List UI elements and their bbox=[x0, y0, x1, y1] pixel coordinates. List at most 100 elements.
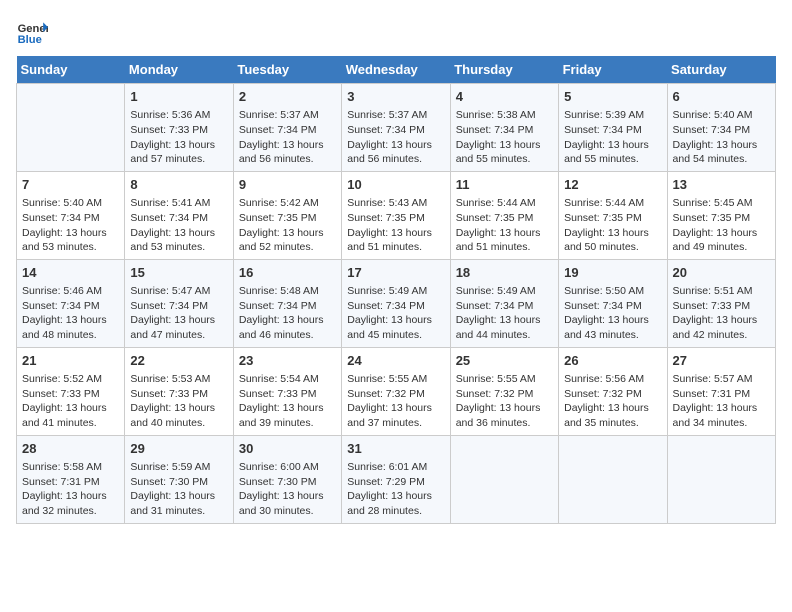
day-number: 5 bbox=[564, 88, 661, 106]
calendar-cell: 31Sunrise: 6:01 AM Sunset: 7:29 PM Dayli… bbox=[342, 435, 450, 523]
day-info: Sunrise: 5:44 AM Sunset: 7:35 PM Dayligh… bbox=[564, 196, 661, 255]
calendar-cell: 7 Sunrise: 5:40 AM Sunset: 7:34 PM Daylig… bbox=[17, 171, 125, 259]
day-info: Sunrise: 5:56 AM Sunset: 7:32 PM Dayligh… bbox=[564, 372, 661, 431]
calendar-cell: 15 Sunrise: 5:47 AM Sunset: 7:34 PM Dayli… bbox=[125, 259, 233, 347]
day-number: 4 bbox=[456, 88, 553, 106]
week-row-2: 7 Sunrise: 5:40 AM Sunset: 7:34 PM Daylig… bbox=[17, 171, 776, 259]
day-number: 3 bbox=[347, 88, 444, 106]
day-info: Sunrise: 5:46 AM Sunset: 7:34 PM Dayligh… bbox=[22, 284, 119, 343]
calendar-cell: 22 Sunrise: 5:53 AM Sunset: 7:33 PM Dayli… bbox=[125, 347, 233, 435]
day-number: 20 bbox=[673, 264, 770, 282]
day-number: 10 bbox=[347, 176, 444, 194]
day-number: 22 bbox=[130, 352, 227, 370]
day-number: 7 bbox=[22, 176, 119, 194]
day-info: Sunrise: 5:50 AM Sunset: 7:34 PM Dayligh… bbox=[564, 284, 661, 343]
calendar-cell: 9Sunrise: 5:42 AM Sunset: 7:35 PM Daylig… bbox=[233, 171, 341, 259]
calendar-cell: 21Sunrise: 5:52 AM Sunset: 7:33 PM Dayli… bbox=[17, 347, 125, 435]
day-info: Sunrise: 5:58 AM Sunset: 7:31 PM Dayligh… bbox=[22, 460, 119, 519]
day-number: 6 bbox=[673, 88, 770, 106]
calendar-cell: 12 Sunrise: 5:44 AM Sunset: 7:35 PM Dayli… bbox=[559, 171, 667, 259]
week-row-1: 1 Sunrise: 5:36 AM Sunset: 7:33 PM Daylig… bbox=[17, 84, 776, 172]
day-info: Sunrise: 5:53 AM Sunset: 7:33 PM Dayligh… bbox=[130, 372, 227, 431]
day-number: 18 bbox=[456, 264, 553, 282]
calendar-cell: 23 Sunrise: 5:54 AM Sunset: 7:33 PM Dayli… bbox=[233, 347, 341, 435]
day-number: 13 bbox=[673, 176, 770, 194]
calendar-cell: 10 Sunrise: 5:43 AM Sunset: 7:35 PM Dayli… bbox=[342, 171, 450, 259]
day-number: 28 bbox=[22, 440, 119, 458]
day-number: 15 bbox=[130, 264, 227, 282]
calendar-header-row: SundayMondayTuesdayWednesdayThursdayFrid… bbox=[17, 56, 776, 84]
header-tuesday: Tuesday bbox=[233, 56, 341, 84]
day-number: 9 bbox=[239, 176, 336, 194]
day-info: Sunrise: 5:49 AM Sunset: 7:34 PM Dayligh… bbox=[347, 284, 444, 343]
day-number: 1 bbox=[130, 88, 227, 106]
calendar-cell: 3 Sunrise: 5:37 AM Sunset: 7:34 PM Daylig… bbox=[342, 84, 450, 172]
day-number: 23 bbox=[239, 352, 336, 370]
header-wednesday: Wednesday bbox=[342, 56, 450, 84]
calendar-cell: 27 Sunrise: 5:57 AM Sunset: 7:31 PM Dayli… bbox=[667, 347, 775, 435]
week-row-4: 21Sunrise: 5:52 AM Sunset: 7:33 PM Dayli… bbox=[17, 347, 776, 435]
calendar-cell: 19 Sunrise: 5:50 AM Sunset: 7:34 PM Dayli… bbox=[559, 259, 667, 347]
header-thursday: Thursday bbox=[450, 56, 558, 84]
day-info: Sunrise: 5:55 AM Sunset: 7:32 PM Dayligh… bbox=[456, 372, 553, 431]
day-info: Sunrise: 5:45 AM Sunset: 7:35 PM Dayligh… bbox=[673, 196, 770, 255]
calendar-cell: 30Sunrise: 6:00 AM Sunset: 7:30 PM Dayli… bbox=[233, 435, 341, 523]
logo: General Blue bbox=[16, 16, 48, 48]
day-number: 24 bbox=[347, 352, 444, 370]
header-friday: Friday bbox=[559, 56, 667, 84]
day-info: Sunrise: 5:41 AM Sunset: 7:34 PM Dayligh… bbox=[130, 196, 227, 255]
day-info: Sunrise: 5:52 AM Sunset: 7:33 PM Dayligh… bbox=[22, 372, 119, 431]
header-saturday: Saturday bbox=[667, 56, 775, 84]
day-number: 11 bbox=[456, 176, 553, 194]
day-info: Sunrise: 5:40 AM Sunset: 7:34 PM Dayligh… bbox=[22, 196, 119, 255]
calendar-cell: 17Sunrise: 5:49 AM Sunset: 7:34 PM Dayli… bbox=[342, 259, 450, 347]
logo-icon: General Blue bbox=[16, 16, 48, 48]
calendar-cell: 26 Sunrise: 5:56 AM Sunset: 7:32 PM Dayli… bbox=[559, 347, 667, 435]
svg-text:Blue: Blue bbox=[18, 34, 42, 46]
week-row-3: 14Sunrise: 5:46 AM Sunset: 7:34 PM Dayli… bbox=[17, 259, 776, 347]
calendar-cell: 29 Sunrise: 5:59 AM Sunset: 7:30 PM Dayli… bbox=[125, 435, 233, 523]
page-header: General Blue bbox=[16, 16, 776, 48]
day-info: Sunrise: 6:00 AM Sunset: 7:30 PM Dayligh… bbox=[239, 460, 336, 519]
day-info: Sunrise: 5:49 AM Sunset: 7:34 PM Dayligh… bbox=[456, 284, 553, 343]
day-info: Sunrise: 5:54 AM Sunset: 7:33 PM Dayligh… bbox=[239, 372, 336, 431]
day-info: Sunrise: 5:44 AM Sunset: 7:35 PM Dayligh… bbox=[456, 196, 553, 255]
calendar-cell: 13 Sunrise: 5:45 AM Sunset: 7:35 PM Dayli… bbox=[667, 171, 775, 259]
day-info: Sunrise: 5:37 AM Sunset: 7:34 PM Dayligh… bbox=[239, 108, 336, 167]
day-number: 25 bbox=[456, 352, 553, 370]
calendar-cell: 8 Sunrise: 5:41 AM Sunset: 7:34 PM Daylig… bbox=[125, 171, 233, 259]
day-info: Sunrise: 5:55 AM Sunset: 7:32 PM Dayligh… bbox=[347, 372, 444, 431]
calendar-cell: 20Sunrise: 5:51 AM Sunset: 7:33 PM Dayli… bbox=[667, 259, 775, 347]
calendar-cell: 18 Sunrise: 5:49 AM Sunset: 7:34 PM Dayli… bbox=[450, 259, 558, 347]
day-info: Sunrise: 5:36 AM Sunset: 7:33 PM Dayligh… bbox=[130, 108, 227, 167]
calendar-cell: 24 Sunrise: 5:55 AM Sunset: 7:32 PM Dayli… bbox=[342, 347, 450, 435]
calendar-cell: 16Sunrise: 5:48 AM Sunset: 7:34 PM Dayli… bbox=[233, 259, 341, 347]
day-info: Sunrise: 5:47 AM Sunset: 7:34 PM Dayligh… bbox=[130, 284, 227, 343]
day-number: 12 bbox=[564, 176, 661, 194]
day-info: Sunrise: 5:59 AM Sunset: 7:30 PM Dayligh… bbox=[130, 460, 227, 519]
calendar-cell: 2 Sunrise: 5:37 AM Sunset: 7:34 PM Daylig… bbox=[233, 84, 341, 172]
day-number: 29 bbox=[130, 440, 227, 458]
day-number: 26 bbox=[564, 352, 661, 370]
calendar-cell bbox=[17, 84, 125, 172]
calendar-table: SundayMondayTuesdayWednesdayThursdayFrid… bbox=[16, 56, 776, 524]
calendar-cell: 4Sunrise: 5:38 AM Sunset: 7:34 PM Daylig… bbox=[450, 84, 558, 172]
day-info: Sunrise: 5:48 AM Sunset: 7:34 PM Dayligh… bbox=[239, 284, 336, 343]
calendar-cell: 25 Sunrise: 5:55 AM Sunset: 7:32 PM Dayli… bbox=[450, 347, 558, 435]
calendar-cell bbox=[667, 435, 775, 523]
header-sunday: Sunday bbox=[17, 56, 125, 84]
day-info: Sunrise: 5:40 AM Sunset: 7:34 PM Dayligh… bbox=[673, 108, 770, 167]
day-info: Sunrise: 5:37 AM Sunset: 7:34 PM Dayligh… bbox=[347, 108, 444, 167]
day-info: Sunrise: 5:43 AM Sunset: 7:35 PM Dayligh… bbox=[347, 196, 444, 255]
header-monday: Monday bbox=[125, 56, 233, 84]
day-number: 2 bbox=[239, 88, 336, 106]
calendar-cell: 5Sunrise: 5:39 AM Sunset: 7:34 PM Daylig… bbox=[559, 84, 667, 172]
day-number: 8 bbox=[130, 176, 227, 194]
calendar-cell: 28 Sunrise: 5:58 AM Sunset: 7:31 PM Dayli… bbox=[17, 435, 125, 523]
day-number: 19 bbox=[564, 264, 661, 282]
day-info: Sunrise: 5:57 AM Sunset: 7:31 PM Dayligh… bbox=[673, 372, 770, 431]
day-number: 27 bbox=[673, 352, 770, 370]
week-row-5: 28 Sunrise: 5:58 AM Sunset: 7:31 PM Dayli… bbox=[17, 435, 776, 523]
day-info: Sunrise: 6:01 AM Sunset: 7:29 PM Dayligh… bbox=[347, 460, 444, 519]
calendar-cell bbox=[450, 435, 558, 523]
